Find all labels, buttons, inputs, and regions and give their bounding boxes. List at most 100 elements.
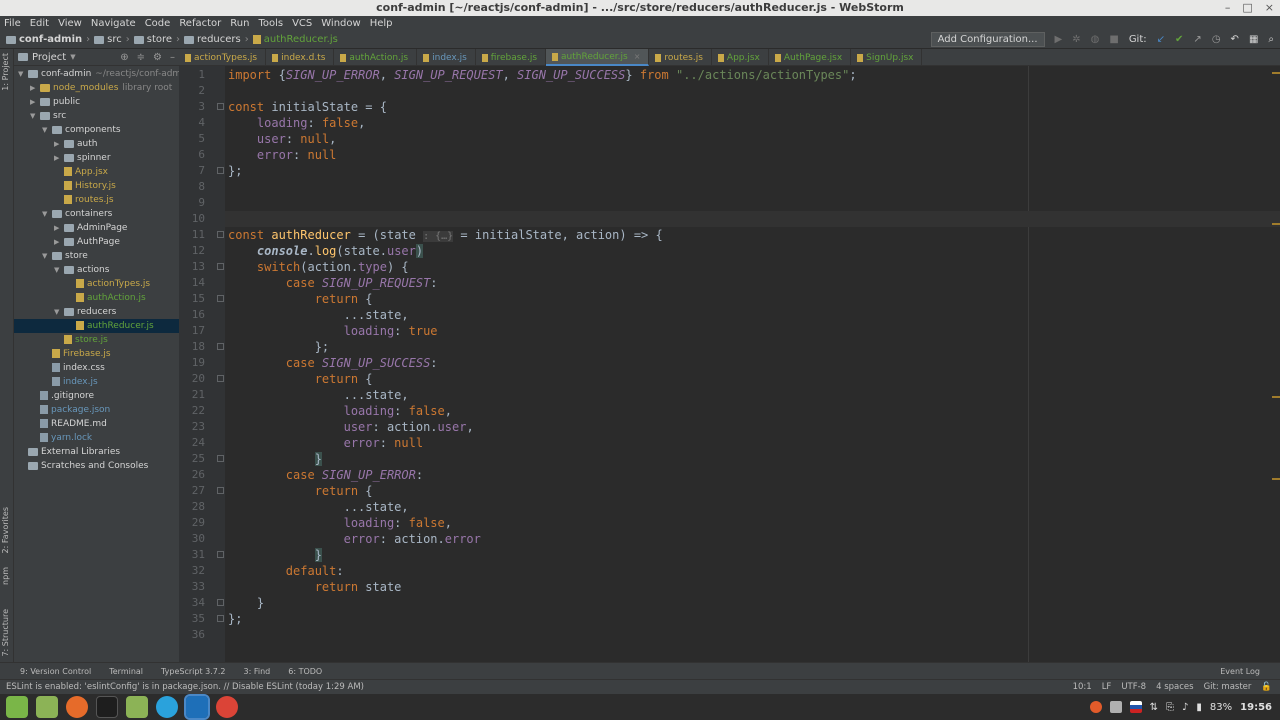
menu-window[interactable]: Window xyxy=(321,18,360,29)
line-number[interactable]: 10 xyxy=(179,211,205,227)
git-push-icon[interactable]: ↗ xyxy=(1193,34,1201,45)
project-tree-item[interactable]: App.jsx xyxy=(14,165,179,179)
collapsed-arrow-icon[interactable]: ▶ xyxy=(54,235,64,249)
network-icon[interactable]: ⇅ xyxy=(1150,702,1158,713)
project-tree-item[interactable]: ▶ AdminPage xyxy=(14,221,179,235)
code-line[interactable]: error: null xyxy=(228,435,423,451)
fold-marker-icon[interactable] xyxy=(217,487,224,494)
folder-icon[interactable] xyxy=(126,696,148,718)
fold-marker-icon[interactable] xyxy=(217,375,224,382)
expanded-arrow-icon[interactable]: ▼ xyxy=(30,109,40,123)
structure-tool-tab[interactable]: 7: Structure xyxy=(1,609,10,657)
project-tree-item[interactable]: ▶ AuthPage xyxy=(14,235,179,249)
terminal-tool-button[interactable]: Terminal xyxy=(109,667,143,676)
project-tree-item[interactable]: External Libraries xyxy=(14,445,179,459)
telegram-icon[interactable] xyxy=(156,696,178,718)
project-tree-item[interactable]: ▼ conf-admin ~/reactjs/conf-admin xyxy=(14,67,189,81)
keyboard-layout-icon[interactable] xyxy=(1129,701,1142,713)
close-tab-icon[interactable]: × xyxy=(634,52,641,61)
stop-icon[interactable]: ■ xyxy=(1109,34,1118,45)
project-tree-item[interactable]: ▼ reducers xyxy=(14,305,179,319)
code-line[interactable]: case SIGN_UP_REQUEST: xyxy=(228,275,438,291)
fold-marker-icon[interactable] xyxy=(217,551,224,558)
git-branch[interactable]: Git: master xyxy=(1204,682,1252,692)
project-tree-item[interactable]: .gitignore xyxy=(14,389,179,403)
menu-navigate[interactable]: Navigate xyxy=(91,18,136,29)
menu-run[interactable]: Run xyxy=(230,18,249,29)
project-tree-item[interactable]: yarn.lock xyxy=(14,431,179,445)
breadcrumb-file[interactable]: authReducer.js xyxy=(252,34,338,45)
line-number[interactable]: 18 xyxy=(179,339,205,355)
expanded-arrow-icon[interactable]: ▼ xyxy=(42,249,52,263)
project-structure-icon[interactable]: ▦ xyxy=(1249,34,1258,45)
code-line[interactable]: const initialState = { xyxy=(228,99,387,115)
terminal-icon[interactable] xyxy=(96,696,118,718)
code-line[interactable]: switch(action.type) { xyxy=(228,259,409,275)
indent-setting[interactable]: 4 spaces xyxy=(1156,682,1193,692)
breadcrumb-src[interactable]: src xyxy=(94,34,122,45)
project-tree-item[interactable]: ▶ node_modules library root xyxy=(14,81,179,95)
project-tree-item[interactable]: authAction.js xyxy=(14,291,179,305)
expanded-arrow-icon[interactable]: ▼ xyxy=(54,305,64,319)
code-line[interactable]: } xyxy=(228,595,264,611)
caret-position[interactable]: 10:1 xyxy=(1073,682,1092,692)
menu-code[interactable]: Code xyxy=(145,18,171,29)
line-number[interactable]: 31 xyxy=(179,547,205,563)
file-encoding[interactable]: UTF-8 xyxy=(1121,682,1146,692)
project-panel-title[interactable]: Project xyxy=(32,52,66,63)
code-line[interactable]: error: action.error xyxy=(228,531,481,547)
project-tree-item[interactable]: package.json xyxy=(14,403,179,417)
line-number[interactable]: 8 xyxy=(179,179,205,195)
line-number[interactable]: 17 xyxy=(179,323,205,339)
line-number[interactable]: 7 xyxy=(179,163,205,179)
rollback-icon[interactable]: ↶ xyxy=(1231,34,1239,45)
project-tree-item[interactable]: History.js xyxy=(14,179,179,193)
expanded-arrow-icon[interactable]: ▼ xyxy=(18,67,28,81)
project-tree-item[interactable]: ▼ src xyxy=(14,109,179,123)
search-icon[interactable]: ⌕ xyxy=(1268,34,1274,45)
code-editor[interactable]: 1 2 3 4 5 6 7 8 9 10 11 12 13 14 15 16 17 18 19 20 21 22 23 24 2… xyxy=(179,66,1280,662)
code-line[interactable]: return state xyxy=(228,579,402,595)
project-tree-item[interactable]: authReducer.js xyxy=(14,319,179,333)
code-line[interactable]: user: action.user, xyxy=(228,419,474,435)
line-number[interactable]: 25 xyxy=(179,451,205,467)
line-number[interactable]: 2 xyxy=(179,83,205,99)
line-number[interactable]: 3 xyxy=(179,99,205,115)
line-number[interactable]: 12 xyxy=(179,243,205,259)
line-number[interactable]: 23 xyxy=(179,419,205,435)
collapsed-arrow-icon[interactable]: ▶ xyxy=(30,81,40,95)
line-number[interactable]: 35 xyxy=(179,611,205,627)
todo-tool-button[interactable]: 6: TODO xyxy=(288,667,322,676)
favorites-tool-tab[interactable]: 2: Favorites xyxy=(1,507,10,553)
code-line[interactable]: return { xyxy=(228,291,373,307)
line-number[interactable]: 26 xyxy=(179,467,205,483)
line-number[interactable]: 19 xyxy=(179,355,205,371)
code-line[interactable]: } xyxy=(228,547,322,563)
fold-marker-icon[interactable] xyxy=(217,599,224,606)
line-number[interactable]: 32 xyxy=(179,563,205,579)
line-number[interactable]: 5 xyxy=(179,131,205,147)
shield-icon[interactable] xyxy=(1109,701,1122,713)
project-tree-item[interactable]: store.js xyxy=(14,333,179,347)
project-tree-item[interactable]: ▶ public xyxy=(14,95,179,109)
fold-marker-icon[interactable] xyxy=(217,343,224,350)
project-tree-item[interactable]: ▼ containers xyxy=(14,207,179,221)
line-number[interactable]: 28 xyxy=(179,499,205,515)
code-line[interactable]: }; xyxy=(228,163,242,179)
project-tree-item[interactable]: ▼ components xyxy=(14,123,179,137)
fold-marker-icon[interactable] xyxy=(217,295,224,302)
line-number[interactable]: 4 xyxy=(179,115,205,131)
menu-help[interactable]: Help xyxy=(370,18,393,29)
fold-marker-icon[interactable] xyxy=(217,103,224,110)
editor-tab[interactable]: actionTypes.js xyxy=(179,49,267,66)
coverage-icon[interactable]: ◍ xyxy=(1091,34,1100,45)
collapsed-arrow-icon[interactable]: ▶ xyxy=(54,221,64,235)
debug-icon[interactable]: ✲ xyxy=(1072,34,1080,45)
project-tree-item[interactable]: index.js xyxy=(14,375,179,389)
breadcrumb-store[interactable]: store xyxy=(133,34,172,45)
line-number[interactable]: 6 xyxy=(179,147,205,163)
code-line[interactable]: }; xyxy=(228,339,329,355)
line-number[interactable]: 24 xyxy=(179,435,205,451)
battery-icon[interactable]: ▮ xyxy=(1196,702,1202,713)
expanded-arrow-icon[interactable]: ▼ xyxy=(42,123,52,137)
